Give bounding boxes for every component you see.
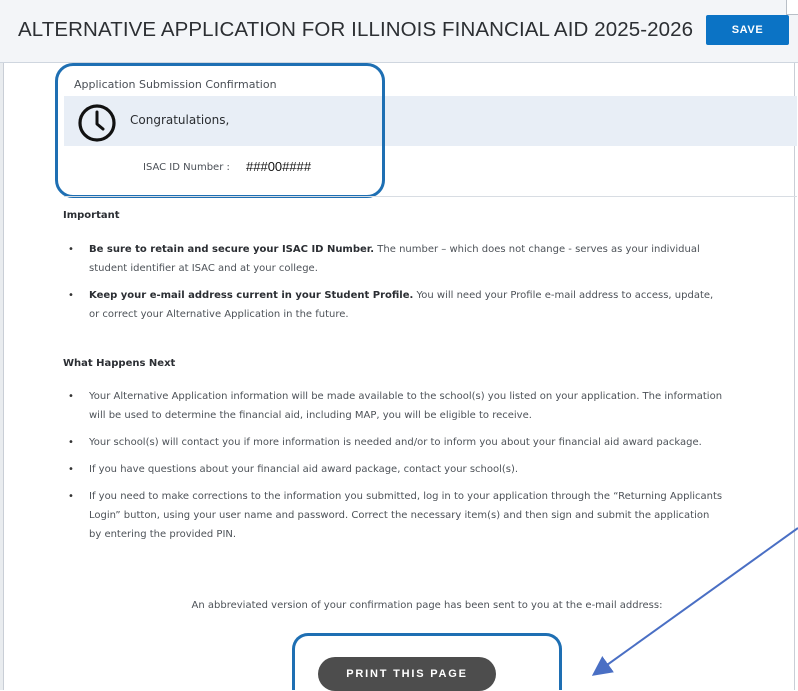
page: ALTERNATIVE APPLICATION FOR ILLINOIS FIN…: [0, 0, 798, 691]
important-heading: Important: [63, 210, 120, 221]
page-title: ALTERNATIVE APPLICATION FOR ILLINOIS FIN…: [18, 18, 694, 41]
list-item: Your school(s) will contact you if more …: [63, 433, 723, 452]
list-item: Your Alternative Application information…: [63, 387, 723, 425]
confirmation-highlight-box: [55, 63, 385, 198]
header-bar: ALTERNATIVE APPLICATION FOR ILLINOIS FIN…: [0, 0, 798, 63]
list-item: Be sure to retain and secure your ISAC I…: [63, 240, 723, 278]
next-heading: What Happens Next: [63, 358, 176, 369]
next-list: Your Alternative Application information…: [63, 387, 723, 552]
divider: [64, 196, 797, 197]
abbreviated-notice: An abbreviated version of your confirmat…: [0, 600, 798, 611]
corner-control: [786, 0, 798, 15]
save-button[interactable]: SAVE: [706, 15, 789, 45]
list-item: If you need to make corrections to the i…: [63, 487, 723, 544]
list-item: If you have questions about your financi…: [63, 460, 723, 479]
important-1-bold: Be sure to retain and secure your ISAC I…: [89, 244, 375, 255]
abbreviated-text: An abbreviated version of your confirmat…: [191, 600, 663, 611]
important-list: Be sure to retain and secure your ISAC I…: [63, 240, 723, 332]
print-highlight-box: [292, 633, 562, 690]
important-2-bold: Keep your e-mail address current in your…: [89, 290, 414, 301]
list-item: Keep your e-mail address current in your…: [63, 286, 723, 324]
